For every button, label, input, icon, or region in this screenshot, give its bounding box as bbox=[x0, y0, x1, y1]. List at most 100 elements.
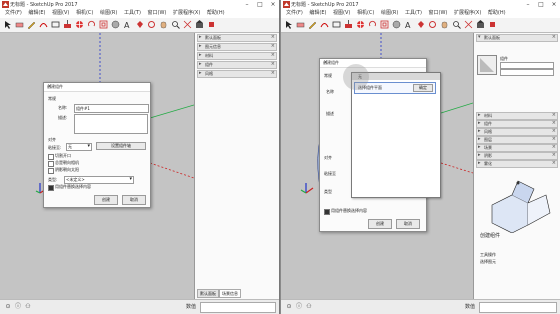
entity-layer-select[interactable] bbox=[500, 62, 554, 69]
pencil-icon[interactable] bbox=[27, 20, 36, 29]
eraser-icon[interactable] bbox=[15, 20, 24, 29]
menu-tools[interactable]: 工具(T) bbox=[124, 9, 141, 18]
name-input[interactable]: 组件#1 bbox=[74, 104, 149, 113]
tray-item-scenes[interactable]: ▸ 场景 × bbox=[476, 144, 558, 152]
eraser-icon[interactable] bbox=[296, 20, 305, 29]
orbit-icon[interactable] bbox=[147, 20, 156, 29]
pan-icon[interactable] bbox=[159, 20, 168, 29]
paint-bucket-icon[interactable] bbox=[135, 20, 144, 29]
cancel-button[interactable]: 取消 bbox=[122, 195, 146, 205]
tray-tab-scene-info[interactable]: 场景信息 bbox=[219, 289, 241, 298]
description-input[interactable] bbox=[74, 114, 148, 134]
cancel-button[interactable]: 取消 bbox=[396, 219, 420, 229]
create-button[interactable]: 创建 bbox=[94, 195, 118, 205]
move-icon[interactable] bbox=[356, 20, 365, 29]
orbit-icon[interactable] bbox=[428, 20, 437, 29]
menu-view[interactable]: 视图(V) bbox=[52, 9, 69, 18]
rotate-icon[interactable] bbox=[87, 20, 96, 29]
warehouse-icon[interactable] bbox=[476, 20, 485, 29]
tray-item-shadows[interactable]: ▸ 阴影 × bbox=[476, 152, 558, 160]
select-arrow-icon[interactable] bbox=[284, 20, 293, 29]
user-icon[interactable]: ⚇ bbox=[305, 303, 313, 311]
menu-window[interactable]: 窗口(W) bbox=[148, 9, 167, 18]
tray-header[interactable]: ▾ 默认面板 × bbox=[476, 34, 558, 42]
tray-item-default[interactable]: ▸ 默认面板 × bbox=[197, 34, 277, 42]
dialog-close-icon[interactable]: × bbox=[47, 83, 147, 90]
zoom-extents-icon[interactable] bbox=[464, 20, 473, 29]
create-button[interactable]: 创建 bbox=[368, 219, 392, 229]
cut-opening-checkbox[interactable] bbox=[48, 154, 54, 160]
arc-icon[interactable] bbox=[39, 20, 48, 29]
menu-camera[interactable]: 相机(C) bbox=[357, 9, 374, 18]
zoom-extents-icon[interactable] bbox=[183, 20, 192, 29]
menu-tools[interactable]: 工具(T) bbox=[405, 9, 422, 18]
minimize-button[interactable]: – bbox=[522, 0, 534, 9]
tray-item-styles[interactable]: ▸ 风格 × bbox=[476, 128, 558, 136]
paint-bucket-icon[interactable] bbox=[416, 20, 425, 29]
type-select[interactable]: <未定义> ▾ bbox=[64, 176, 134, 184]
menu-help[interactable]: 帮助(H) bbox=[488, 9, 506, 18]
geo-location-icon[interactable]: ⊙ bbox=[285, 303, 293, 311]
text-icon[interactable]: A bbox=[123, 20, 132, 29]
tray-item-materials[interactable]: ▸ 材料 × bbox=[197, 52, 277, 60]
pencil-icon[interactable] bbox=[308, 20, 317, 29]
set-component-axes-button[interactable]: 设置组件轴 bbox=[96, 142, 146, 150]
select-arrow-icon[interactable] bbox=[3, 20, 12, 29]
zoom-icon[interactable] bbox=[171, 20, 180, 29]
menu-view[interactable]: 视图(V) bbox=[333, 9, 350, 18]
offset-icon[interactable] bbox=[99, 20, 108, 29]
menu-extensions[interactable]: 扩展程序(X) bbox=[173, 9, 200, 18]
menu-camera[interactable]: 相机(C) bbox=[76, 9, 93, 18]
tray-item-materials[interactable]: ▸ 材料 × bbox=[476, 112, 558, 120]
menu-file[interactable]: 文件(F) bbox=[286, 9, 303, 18]
pan-icon[interactable] bbox=[440, 20, 449, 29]
credits-icon[interactable]: ⓘ bbox=[295, 303, 303, 311]
geo-location-icon[interactable]: ⊙ bbox=[4, 303, 12, 311]
minimize-button[interactable]: – bbox=[241, 0, 253, 9]
arc-icon[interactable] bbox=[320, 20, 329, 29]
maximize-button[interactable]: □ bbox=[535, 0, 547, 9]
move-icon[interactable] bbox=[75, 20, 84, 29]
glue-to-dropdown[interactable]: 无 选择组件平面 确定 bbox=[351, 72, 441, 198]
always-face-camera-checkbox[interactable] bbox=[48, 161, 54, 167]
menu-draw[interactable]: 绘图(R) bbox=[381, 9, 398, 18]
menu-extensions[interactable]: 扩展程序(X) bbox=[454, 9, 481, 18]
tray-item-entity-info[interactable]: ▸ 图元信息 × bbox=[197, 43, 277, 51]
extension-icon[interactable] bbox=[488, 20, 497, 29]
shadows-face-sun-checkbox[interactable] bbox=[48, 168, 54, 174]
warehouse-icon[interactable] bbox=[195, 20, 204, 29]
menu-window[interactable]: 窗口(W) bbox=[429, 9, 448, 18]
measurements-box[interactable] bbox=[479, 302, 557, 313]
menu-edit[interactable]: 编辑(E) bbox=[28, 9, 45, 18]
replace-selection-checkbox[interactable] bbox=[324, 209, 330, 215]
tray-item-fog[interactable]: ▸ 雾化 × bbox=[476, 160, 558, 168]
tray-item-styles[interactable]: ▸ 风格 × bbox=[197, 70, 277, 78]
replace-selection-checkbox[interactable] bbox=[48, 185, 54, 191]
menu-file[interactable]: 文件(F) bbox=[5, 9, 22, 18]
user-icon[interactable]: ⚇ bbox=[24, 303, 32, 311]
rectangle-icon[interactable] bbox=[332, 20, 341, 29]
push-pull-icon[interactable] bbox=[63, 20, 72, 29]
tray-item-components[interactable]: ▸ 组件 × bbox=[197, 61, 277, 69]
tape-measure-icon[interactable] bbox=[111, 20, 120, 29]
entity-name-input[interactable] bbox=[500, 69, 554, 76]
extension-icon[interactable] bbox=[207, 20, 216, 29]
menu-help[interactable]: 帮助(H) bbox=[207, 9, 225, 18]
rectangle-icon[interactable] bbox=[51, 20, 60, 29]
tape-measure-icon[interactable] bbox=[392, 20, 401, 29]
zoom-icon[interactable] bbox=[452, 20, 461, 29]
close-button[interactable]: × bbox=[548, 0, 560, 9]
tray-tab-default[interactable]: 默认面板 bbox=[197, 289, 219, 298]
dialog-close-icon[interactable]: × bbox=[323, 59, 423, 66]
credits-icon[interactable]: ⓘ bbox=[14, 303, 22, 311]
rotate-icon[interactable] bbox=[368, 20, 377, 29]
text-icon[interactable]: A bbox=[404, 20, 413, 29]
measurements-box[interactable] bbox=[200, 302, 276, 313]
maximize-button[interactable]: □ bbox=[254, 0, 266, 9]
menu-edit[interactable]: 编辑(E) bbox=[309, 9, 326, 18]
menu-draw[interactable]: 绘图(R) bbox=[100, 9, 117, 18]
push-pull-icon[interactable] bbox=[344, 20, 353, 29]
offset-icon[interactable] bbox=[380, 20, 389, 29]
tray-item-components[interactable]: ▸ 组件 × bbox=[476, 120, 558, 128]
popup-ok-button[interactable]: 确定 bbox=[413, 84, 433, 92]
